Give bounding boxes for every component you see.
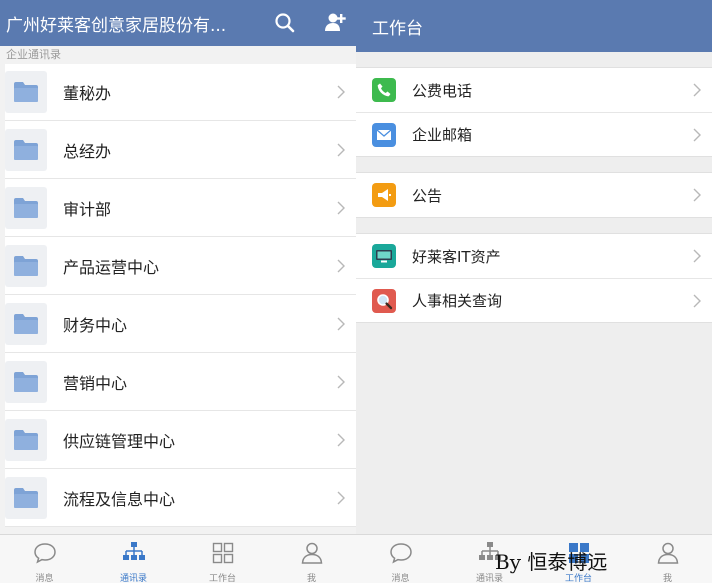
tab-chat[interactable]: 消息 <box>356 535 445 583</box>
department-label: 董秘办 <box>63 84 112 103</box>
tab-label: 我 <box>306 574 316 583</box>
workbench-item-label: 企业邮箱 <box>412 126 473 144</box>
workbench-item-label: 人事相关查询 <box>412 292 503 310</box>
folder-icon <box>5 71 47 113</box>
folder-icon <box>5 186 47 229</box>
chevron-right-icon <box>337 143 345 156</box>
chevron-right-icon <box>693 83 701 97</box>
workbench-item-label: 公费电话 <box>412 81 473 100</box>
tab-label: 通讯录 <box>119 574 147 583</box>
department-label: 总经办 <box>63 141 112 161</box>
department-label: 流程及信息中心 <box>63 489 176 509</box>
magnifier-icon <box>372 288 396 313</box>
workbench-screen: 工作台 公费电话 企业邮箱 公告 好莱客IT资产 人事相关查询 消息 通讯录 工作台我 <box>356 0 712 583</box>
department-row[interactable]: 审计部 <box>5 179 356 237</box>
chat-icon <box>388 540 414 570</box>
chevron-right-icon <box>693 188 701 202</box>
workbench-item-label: 公告 <box>412 186 443 205</box>
tab-label: 工作台 <box>208 574 236 583</box>
department-row[interactable]: 供应链管理中心 <box>5 411 356 469</box>
phone-icon <box>372 78 396 102</box>
page-title: 工作台 <box>372 18 423 39</box>
folder-icon <box>5 360 47 403</box>
workbench-group: 公费电话 企业邮箱 <box>356 67 712 157</box>
chevron-right-icon <box>693 249 701 263</box>
department-label: 产品运营中心 <box>63 257 160 277</box>
folder-icon <box>5 418 47 461</box>
chevron-right-icon <box>693 128 701 141</box>
watermark-text: By 恒泰博远 <box>495 550 608 574</box>
mail-icon <box>372 122 396 147</box>
chevron-right-icon <box>337 201 345 214</box>
contacts-screen: 广州好莱客创意家居股份有... 企业通讯录 董秘办总经办审计部产品运营中心 财务中… <box>0 0 356 583</box>
person-icon <box>655 540 681 570</box>
department-row[interactable]: 董秘办 <box>5 64 356 121</box>
workbench-item[interactable]: 公告 <box>356 173 712 217</box>
search-icon[interactable] <box>272 10 298 36</box>
chevron-right-icon <box>337 375 345 388</box>
department-row[interactable]: 流程及信息中心 <box>5 469 356 527</box>
add-contact-icon[interactable] <box>322 10 348 36</box>
folder-icon <box>5 128 47 171</box>
chevron-right-icon <box>337 259 345 272</box>
org-chart-icon <box>121 540 147 570</box>
department-row[interactable]: 总经办 <box>5 121 356 179</box>
megaphone-icon <box>372 183 396 207</box>
workbench-item[interactable]: 企业邮箱 <box>356 112 712 156</box>
department-label: 审计部 <box>63 199 112 219</box>
chevron-right-icon <box>337 317 345 330</box>
tab-label: 消息 <box>391 574 410 583</box>
bottom-tabbar: 消息 通讯录 工作台 我 <box>0 534 356 583</box>
person-icon <box>299 540 325 570</box>
grid-icon <box>210 540 236 570</box>
workbench-item-label: 好莱客IT资产 <box>412 247 501 266</box>
chevron-right-icon <box>693 294 701 307</box>
chevron-right-icon <box>337 433 345 446</box>
folder-icon <box>5 476 47 519</box>
tab-grid[interactable]: 工作台 <box>178 535 267 583</box>
workbench-header: 工作台 <box>356 0 712 52</box>
tab-label: 我 <box>662 574 672 583</box>
workbench-item[interactable]: 人事相关查询 <box>356 278 712 322</box>
workbench-groups: 公费电话企业邮箱公告好莱客IT资产 人事相关查询 <box>356 52 712 323</box>
tab-person[interactable]: 我 <box>623 535 712 583</box>
department-label: 供应链管理中心 <box>63 431 176 451</box>
chevron-right-icon <box>337 491 345 504</box>
department-label: 财务中心 <box>63 315 128 335</box>
chat-icon <box>32 540 58 570</box>
chevron-right-icon <box>337 85 345 99</box>
department-row[interactable]: 财务中心 <box>5 295 356 353</box>
section-label: 企业通讯录 <box>0 46 356 64</box>
department-row[interactable]: 产品运营中心 <box>5 237 356 295</box>
tab-chat[interactable]: 消息 <box>0 535 89 583</box>
tab-label: 消息 <box>35 574 54 583</box>
tab-person[interactable]: 我 <box>267 535 356 583</box>
department-label: 营销中心 <box>63 373 128 393</box>
workbench-group: 公告 <box>356 172 712 218</box>
workbench-group: 好莱客IT资产 人事相关查询 <box>356 233 712 323</box>
folder-icon <box>5 302 47 345</box>
tab-org-chart[interactable]: 通讯录 <box>89 535 178 583</box>
company-title: 广州好莱客创意家居股份有... <box>6 15 227 36</box>
contacts-header: 广州好莱客创意家居股份有... <box>0 0 356 46</box>
workbench-item[interactable]: 公费电话 <box>356 68 712 112</box>
monitor-icon <box>372 244 396 268</box>
department-row[interactable]: 营销中心 <box>5 353 356 411</box>
folder-icon <box>5 244 47 287</box>
workbench-item[interactable]: 好莱客IT资产 <box>356 234 712 278</box>
department-list: 董秘办总经办审计部产品运营中心 财务中心营销中心供应链管理中心 流程及信息中心 <box>0 64 356 527</box>
